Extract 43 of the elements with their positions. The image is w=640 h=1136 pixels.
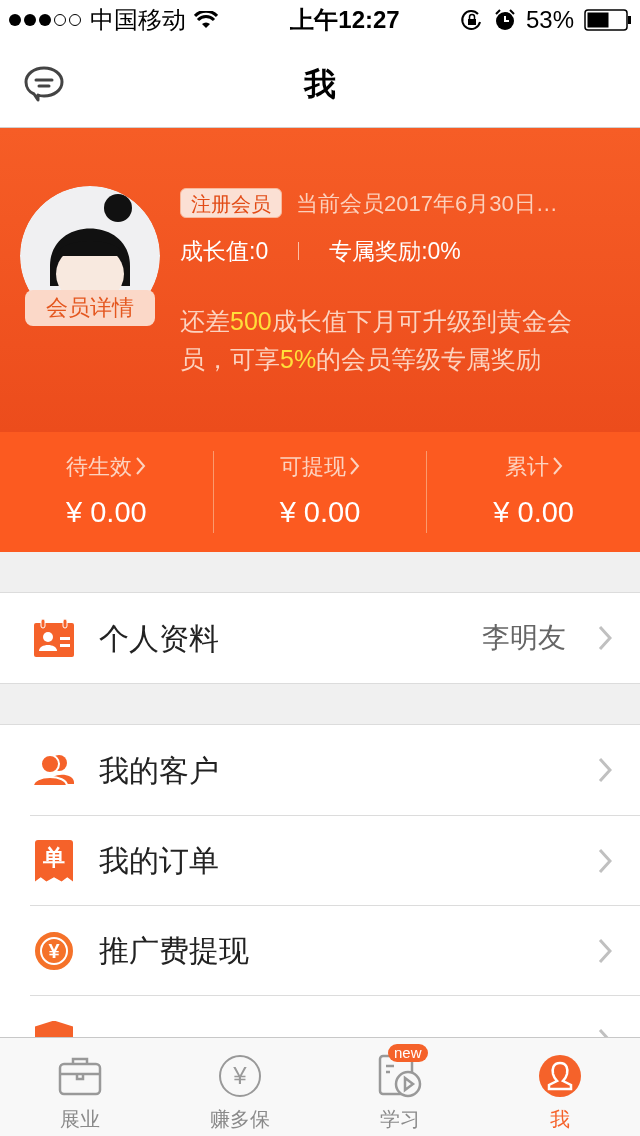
earnings-amount: ¥ 0.00 [493, 494, 574, 530]
membership-expiry: 当前会员2017年6月30日… [296, 189, 558, 218]
menu-label: 个人资料 [99, 620, 220, 657]
reward-rate: 专属奖励:0% [329, 236, 461, 266]
menu-row[interactable]: 单 我的订单 [30, 815, 640, 905]
menu-value: 李明友 [482, 621, 566, 655]
carrier-name: 中国移动 [90, 5, 186, 35]
briefcase-icon [58, 1056, 102, 1096]
menu-label: 我的客户 [99, 752, 220, 789]
signal-icon [8, 13, 82, 27]
battery-icon [584, 9, 632, 31]
new-badge: new [388, 1044, 428, 1062]
menu-label: 推广费提现 [99, 933, 250, 969]
person-icon [539, 1055, 581, 1097]
earnings-link[interactable]: 待生效 [66, 449, 147, 483]
tab[interactable]: 展业 [0, 1038, 160, 1136]
alarm-icon [493, 9, 516, 31]
battery-percent: 53% [525, 5, 574, 35]
member-badge: 注册会员 [180, 188, 282, 218]
growth-value: 成长值:0 [180, 236, 269, 266]
earnings-link[interactable]: 可提现 [280, 449, 360, 483]
earnings-amount: ¥ 0.00 [279, 494, 361, 530]
tab[interactable]: new 学习 [320, 1038, 480, 1136]
member-details-button[interactable]: 会员详情 [25, 290, 155, 326]
menu-row[interactable]: 个人资料 李明友 [0, 593, 640, 683]
wifi-icon [194, 11, 218, 29]
order-icon: 单 [35, 839, 73, 882]
tab[interactable]: ¥ 赚多保 [160, 1038, 320, 1136]
earnings-link[interactable]: 累计 [504, 449, 563, 483]
tab[interactable]: 我 [480, 1038, 640, 1136]
yuan-coin-icon: ¥ [219, 1055, 261, 1097]
upgrade-note: 还差500成长值下月可升级到黄金会员，可享5%的会员等级专属奖励 [180, 306, 573, 375]
rotation-lock-icon [459, 8, 484, 32]
status-time: 上午12:27 [289, 5, 401, 35]
id-card-icon [34, 619, 74, 657]
menu-row[interactable]: 我的客户 [0, 725, 640, 815]
menu-label: 我的订单 [99, 843, 220, 879]
currency-exchange-icon: ¥ [35, 931, 73, 970]
menu-row[interactable]: ¥ 推广费提现 [30, 905, 640, 995]
message-button[interactable] [22, 64, 66, 104]
page-title: 我 [304, 64, 336, 104]
earnings-amount: ¥ 0.00 [66, 494, 147, 530]
people-icon [33, 754, 75, 786]
